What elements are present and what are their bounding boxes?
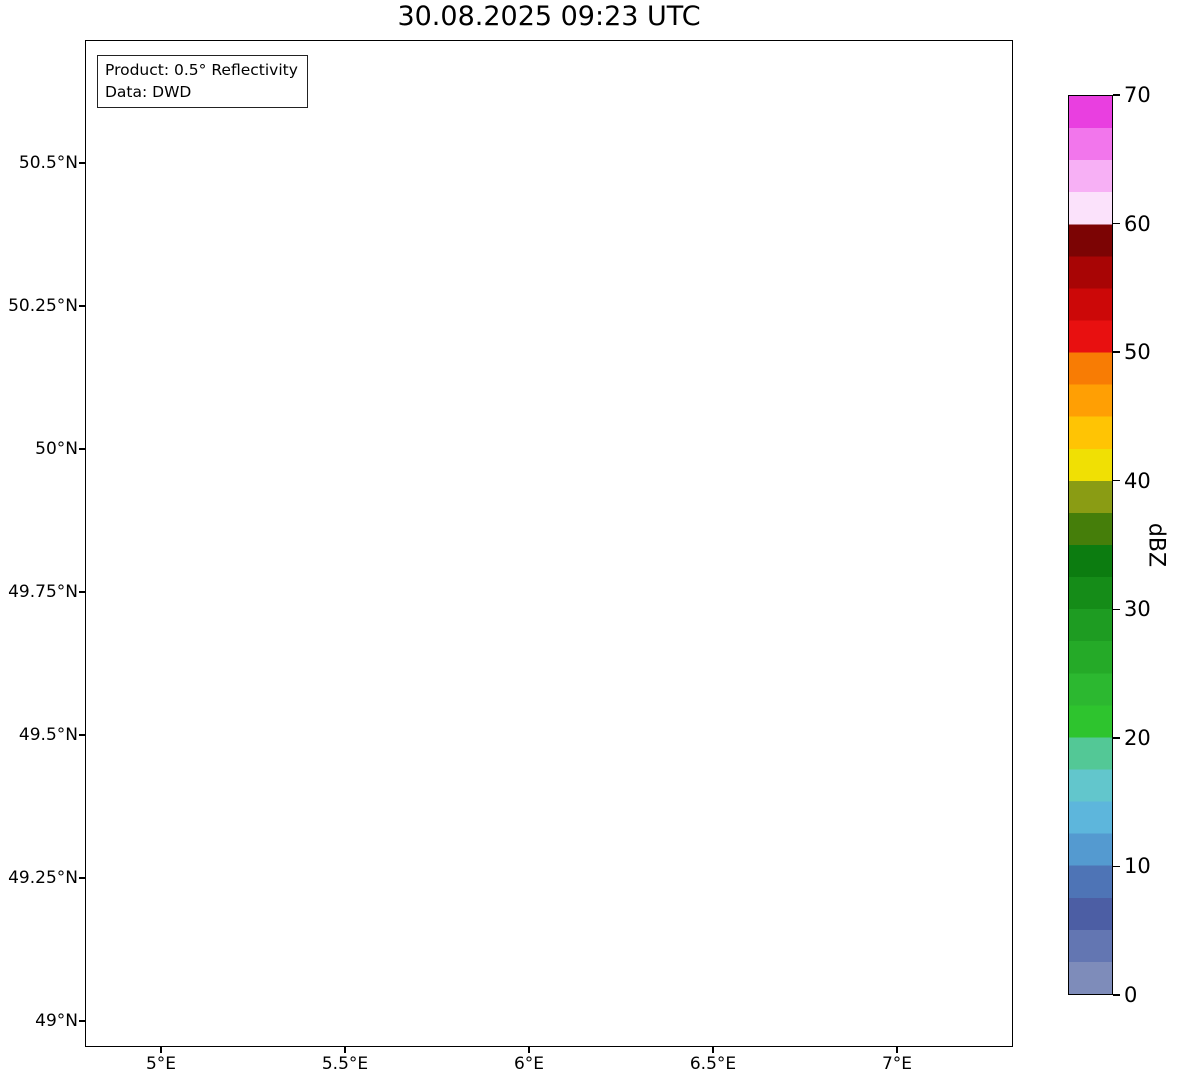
product-annotation-box: Product: 0.5° Reflectivity Data: DWD: [97, 55, 308, 108]
colorbar-tick-mark: [1113, 222, 1120, 225]
ytick-label: 50°N: [35, 439, 78, 459]
ytick-label: 49.25°N: [8, 868, 78, 888]
colorbar-tick-mark: [1113, 479, 1120, 482]
colorbar-axis-label: dBZ: [1143, 522, 1169, 568]
ytick-label: 49°N: [35, 1011, 78, 1031]
colorbar-tick-mark: [1113, 994, 1120, 996]
ytick-label: 49.75°N: [8, 582, 78, 602]
ytick-label: 50.25°N: [8, 296, 78, 316]
ytick-mark: [79, 1020, 85, 1022]
xtick-mark: [896, 1047, 898, 1053]
ytick-mark: [79, 877, 85, 879]
colorbar-tick-mark: [1113, 351, 1120, 353]
colorbar-tick-label: 40: [1124, 468, 1151, 493]
colorbar-tick-label: 20: [1124, 725, 1151, 750]
xtick-mark: [344, 1047, 346, 1053]
plot-border: [85, 40, 1013, 1047]
ytick-mark: [79, 162, 85, 164]
ytick-mark: [79, 448, 85, 450]
ytick-mark: [79, 591, 85, 593]
xtick-mark: [528, 1047, 530, 1053]
xtick-label: 6°E: [513, 1054, 545, 1074]
ytick-mark: [79, 734, 85, 736]
product-line: Product: 0.5° Reflectivity: [105, 61, 298, 79]
colorbar-tick-mark: [1113, 737, 1120, 739]
colorbar-tick-mark: [1113, 608, 1120, 611]
colorbar-tick-label: 30: [1124, 597, 1151, 622]
figure-title: 30.08.2025 09:23 UTC: [397, 1, 701, 32]
xtick-label: 5°E: [145, 1054, 177, 1074]
colorbar-tick-label: 50: [1124, 340, 1151, 365]
colorbar-tick-mark: [1113, 865, 1120, 868]
colorbar-tick-label: 0: [1124, 983, 1138, 1007]
ytick-label: 49.5°N: [18, 725, 78, 745]
colorbar-tick-label: 10: [1124, 854, 1151, 879]
xtick-mark: [712, 1047, 714, 1053]
ytick-label: 50.5°N: [18, 153, 78, 173]
radar-figure: { "title": "30.08.2025 09:23 UTC", "anno…: [0, 0, 1202, 1081]
colorbar-tick-label: 60: [1124, 211, 1151, 236]
colorbar: [1068, 95, 1113, 995]
data-source-line: Data: DWD: [105, 83, 192, 101]
xtick-label: 7°E: [881, 1054, 913, 1074]
xtick-mark: [160, 1047, 162, 1053]
colorbar-tick-label: 70: [1124, 83, 1151, 107]
colorbar-tick-mark: [1113, 94, 1120, 96]
ytick-mark: [79, 305, 85, 307]
xtick-label: 5.5°E: [321, 1054, 369, 1074]
xtick-label: 6.5°E: [689, 1054, 737, 1074]
